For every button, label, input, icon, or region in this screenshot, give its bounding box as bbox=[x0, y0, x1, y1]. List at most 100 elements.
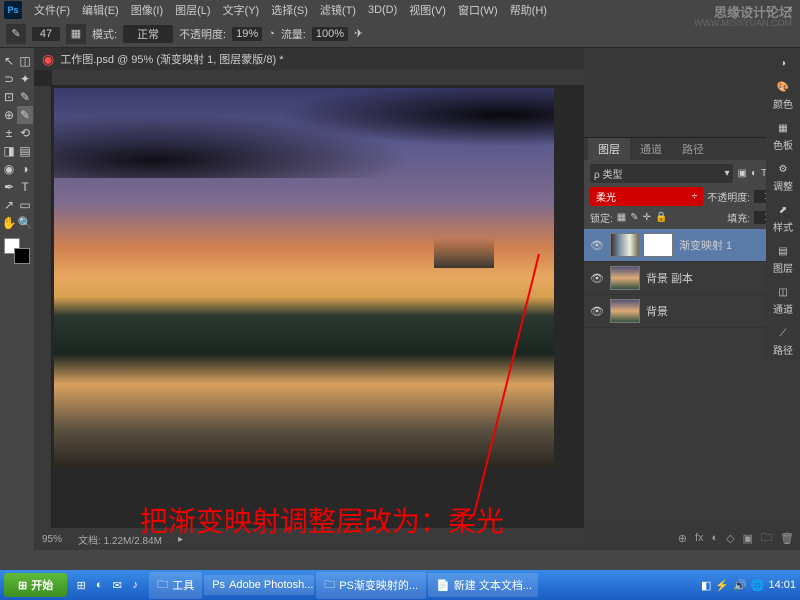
menu-edit[interactable]: 编辑(E) bbox=[76, 0, 125, 20]
background-color[interactable] bbox=[14, 248, 30, 264]
zoom-level[interactable]: 95% bbox=[42, 534, 62, 545]
layer-mask-icon[interactable]: ◐ bbox=[712, 532, 719, 544]
menu-file[interactable]: 文件(F) bbox=[28, 0, 76, 20]
lock-position-icon[interactable]: ✛ bbox=[643, 212, 651, 223]
menu-image[interactable]: 图像(I) bbox=[125, 0, 169, 20]
filter-adjust-icon[interactable]: ◐ bbox=[751, 168, 757, 179]
taskbar-task[interactable]: 📄新建 文本文档... bbox=[428, 573, 538, 597]
layer-thumbnail[interactable] bbox=[610, 233, 640, 257]
blend-mode-select[interactable]: 柔光÷ bbox=[590, 187, 703, 206]
pen-tool[interactable]: ✒ bbox=[1, 178, 17, 196]
delete-layer-icon[interactable]: 🗑 bbox=[780, 532, 794, 545]
lock-all-icon[interactable]: 🔒 bbox=[655, 212, 667, 223]
opacity-value[interactable]: 19% bbox=[232, 27, 262, 41]
tab-paths[interactable]: 路径 bbox=[672, 138, 714, 160]
eraser-tool[interactable]: ◨ bbox=[1, 142, 17, 160]
panel-styles[interactable]: ⬈样式 bbox=[771, 199, 795, 238]
visibility-icon[interactable]: 👁 bbox=[590, 305, 604, 318]
menu-3d[interactable]: 3D(D) bbox=[362, 2, 403, 18]
lock-pixels-icon[interactable]: ✎ bbox=[630, 212, 638, 223]
type-tool[interactable]: T bbox=[17, 178, 33, 196]
shape-tool[interactable]: ▭ bbox=[17, 196, 33, 214]
blend-mode-select[interactable]: 正常 bbox=[123, 25, 173, 43]
doc-badge-icon: ◉ bbox=[42, 51, 54, 68]
tray-icon[interactable]: 🌐 bbox=[751, 579, 765, 592]
gradient-tool[interactable]: ▤ bbox=[17, 142, 33, 160]
dodge-tool[interactable]: ◑ bbox=[17, 160, 33, 178]
menu-view[interactable]: 视图(V) bbox=[403, 0, 452, 20]
eyedropper-tool[interactable]: ✎ bbox=[17, 88, 33, 106]
tray-icon[interactable]: ⚡ bbox=[715, 579, 729, 592]
layer-thumbnail[interactable] bbox=[610, 299, 640, 323]
ql-icon[interactable]: ⊞ bbox=[73, 577, 89, 593]
menu-filter[interactable]: 滤镜(T) bbox=[314, 0, 362, 20]
taskbar-task[interactable]: 🗀工具 bbox=[149, 572, 202, 599]
history-brush-tool[interactable]: ⟲ bbox=[17, 124, 33, 142]
tray-icon[interactable]: 🔊 bbox=[733, 579, 747, 592]
menu-select[interactable]: 选择(S) bbox=[265, 0, 314, 20]
filter-pixel-icon[interactable]: ▣ bbox=[737, 168, 746, 179]
canvas-area[interactable] bbox=[34, 70, 584, 528]
flow-value[interactable]: 100% bbox=[312, 27, 348, 41]
panel-channels[interactable]: ◫通道 bbox=[771, 281, 795, 320]
layer-mask-thumbnail[interactable] bbox=[643, 233, 673, 257]
brush-size[interactable]: 47 bbox=[32, 27, 60, 41]
lasso-tool[interactable]: ⊃ bbox=[1, 70, 17, 88]
crop-tool[interactable]: ⊡ bbox=[1, 88, 17, 106]
panel-paths[interactable]: ⟋路径 bbox=[771, 322, 795, 361]
start-button[interactable]: ⊞开始 bbox=[4, 573, 67, 597]
path-tool[interactable]: ↗ bbox=[1, 196, 17, 214]
brush-tool-icon[interactable]: ✎ bbox=[6, 24, 26, 44]
menu-window[interactable]: 窗口(W) bbox=[452, 0, 504, 20]
clock[interactable]: 14:01 bbox=[768, 579, 796, 591]
panel-layers[interactable]: ▤图层 bbox=[771, 240, 795, 279]
layer-fx-icon[interactable]: fx bbox=[695, 532, 704, 544]
brush-tool[interactable]: ✎ bbox=[17, 106, 33, 124]
menu-type[interactable]: 文字(Y) bbox=[217, 0, 266, 20]
tab-channels[interactable]: 通道 bbox=[630, 138, 672, 160]
layer-filter[interactable]: ρ 类型▾ bbox=[590, 164, 733, 183]
taskbar-task[interactable]: PsAdobe Photosh... bbox=[204, 575, 314, 595]
lock-label: 锁定: bbox=[590, 210, 613, 225]
visibility-icon[interactable]: 👁 bbox=[590, 272, 604, 285]
ql-icon[interactable]: ✉ bbox=[109, 577, 125, 593]
lock-transparent-icon[interactable]: ▦ bbox=[617, 212, 626, 223]
ruler-vertical[interactable] bbox=[34, 86, 52, 528]
color-swatches[interactable] bbox=[4, 238, 30, 264]
menu-help[interactable]: 帮助(H) bbox=[504, 0, 553, 20]
app-logo[interactable]: Ps bbox=[4, 1, 22, 19]
panel-toggle[interactable]: ◑ bbox=[772, 52, 794, 74]
healing-tool[interactable]: ⊕ bbox=[1, 106, 17, 124]
layer-thumbnail[interactable] bbox=[610, 266, 640, 290]
tray-icon[interactable]: ◧ bbox=[701, 579, 711, 592]
tab-layers[interactable]: 图层 bbox=[588, 138, 630, 160]
panel-swatches[interactable]: ▦色板 bbox=[771, 117, 795, 156]
brush-preset-icon[interactable]: ▦ bbox=[66, 24, 86, 44]
marquee-tool[interactable]: ◫ bbox=[17, 52, 33, 70]
blur-tool[interactable]: ◉ bbox=[1, 160, 17, 178]
link-layers-icon[interactable]: ⊕ bbox=[678, 532, 687, 545]
adjustment-layer-icon[interactable]: ◇ bbox=[726, 532, 734, 545]
ruler-horizontal[interactable] bbox=[52, 70, 584, 86]
zoom-tool[interactable]: 🔍 bbox=[17, 214, 33, 232]
pressure-icon[interactable]: ◔ bbox=[268, 28, 275, 40]
ql-icon[interactable]: ♪ bbox=[127, 577, 143, 593]
layer-name[interactable]: 背景 bbox=[646, 303, 668, 319]
panel-color[interactable]: 🎨颜色 bbox=[771, 76, 795, 115]
panel-adjustments[interactable]: ⚙调整 bbox=[771, 158, 795, 197]
menu-layer[interactable]: 图层(L) bbox=[169, 0, 216, 20]
hand-tool[interactable]: ✋ bbox=[1, 214, 17, 232]
move-tool[interactable]: ↖ bbox=[1, 52, 17, 70]
wand-tool[interactable]: ✦ bbox=[17, 70, 33, 88]
group-icon[interactable]: ▣ bbox=[743, 532, 753, 545]
document-tab[interactable]: ◉ 工作图.psd @ 95% (渐变映射 1, 图层蒙版/8) * bbox=[34, 48, 584, 70]
document-image[interactable] bbox=[54, 88, 554, 468]
new-layer-icon[interactable]: 🗀 bbox=[761, 529, 772, 548]
airbrush-icon[interactable]: ✈ bbox=[354, 27, 363, 40]
visibility-icon[interactable]: 👁 bbox=[590, 239, 604, 252]
ql-icon[interactable]: ◐ bbox=[91, 577, 107, 593]
stamp-tool[interactable]: ± bbox=[1, 124, 17, 142]
taskbar-task[interactable]: 🗀PS渐变映射的... bbox=[316, 572, 426, 599]
layer-name[interactable]: 背景 副本 bbox=[646, 270, 693, 286]
layer-name[interactable]: 渐变映射 1 bbox=[679, 237, 732, 253]
